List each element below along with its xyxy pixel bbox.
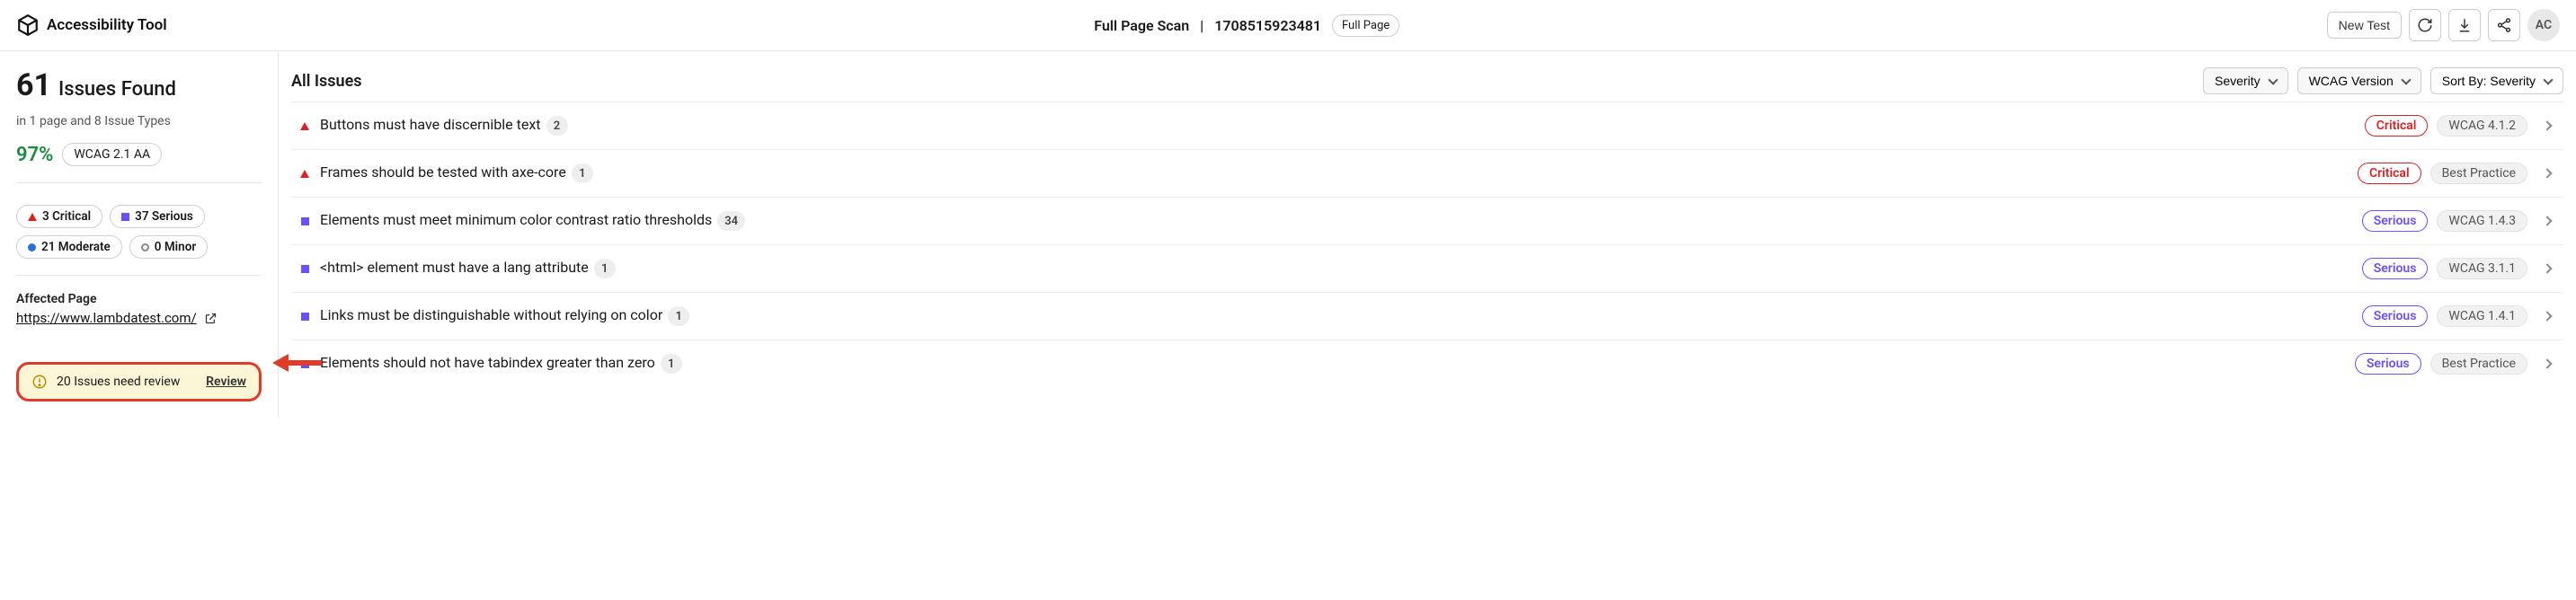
alert-icon — [31, 374, 48, 390]
download-icon — [2456, 17, 2473, 33]
critical-icon — [28, 213, 37, 221]
refresh-button[interactable] — [2409, 9, 2441, 41]
pass-row: 97% WCAG 2.1 AA — [16, 143, 262, 166]
issue-title: Frames should be tested with axe-core — [320, 163, 566, 181]
header-actions: New Test AC — [2327, 9, 2560, 41]
severity-summary: 3 Critical 37 Serious 21 Moderate 0 Mino… — [16, 205, 262, 259]
wcag-version-filter[interactable]: WCAG Version — [2297, 67, 2421, 94]
issue-count: 34 — [717, 211, 745, 231]
issue-count: 2 — [546, 116, 568, 136]
issue-title: Elements should not have tabindex greate… — [320, 354, 655, 371]
chevron-right-icon — [2542, 311, 2552, 321]
review-link[interactable]: Review — [206, 375, 246, 389]
refresh-icon — [2417, 17, 2433, 33]
issue-count: 1 — [668, 306, 689, 326]
pass-percentage: 97% — [16, 144, 53, 166]
main-header: All Issues Severity WCAG Version Sort By… — [291, 67, 2563, 94]
wcag-pill: WCAG 1.4.3 — [2437, 210, 2527, 232]
scan-label: Full Page Scan — [1094, 17, 1189, 34]
issue-title: Buttons must have discernible text — [320, 116, 541, 133]
serious-icon — [298, 360, 311, 368]
app-header: Accessibility Tool Full Page Scan | 1708… — [0, 0, 2576, 51]
main-content: All Issues Severity WCAG Version Sort By… — [279, 51, 2576, 418]
severity-pill: Serious — [2362, 210, 2429, 232]
chevron-right-icon — [2542, 120, 2552, 130]
chevron-down-icon — [2268, 75, 2278, 84]
filter-row: Severity WCAG Version Sort By: Severity — [2203, 67, 2563, 94]
header-center: Full Page Scan | 1708515923481 Full Page — [180, 14, 2314, 37]
issue-row[interactable]: Frames should be tested with axe-core 1 Cr… — [291, 149, 2563, 197]
affected-page-link[interactable]: https://www.lambdatest.com/ — [16, 310, 197, 326]
divider — [16, 182, 262, 183]
moderate-icon — [28, 243, 36, 251]
wcag-standard-pill: WCAG 2.1 AA — [62, 143, 162, 166]
severity-pill: Critical — [2358, 163, 2421, 184]
chevron-right-icon — [2542, 263, 2552, 273]
full-page-pill: Full Page — [1332, 14, 1399, 37]
severity-pill: Serious — [2362, 258, 2429, 279]
new-test-button[interactable]: New Test — [2327, 12, 2402, 39]
affected-page-label: Affected Page — [16, 292, 262, 306]
chevron-right-icon — [2542, 216, 2552, 225]
wcag-pill: WCAG 4.1.2 — [2437, 115, 2527, 137]
issue-title: <html> element must have a lang attribut… — [320, 259, 589, 276]
serious-icon — [298, 217, 311, 225]
critical-count-pill[interactable]: 3 Critical — [16, 205, 102, 228]
issue-title: Elements must meet minimum color contras… — [320, 211, 712, 228]
review-text: 20 Issues need review — [57, 375, 197, 389]
issue-row[interactable]: Buttons must have discernible text 2 Criti… — [291, 101, 2563, 149]
severity-pill: Critical — [2365, 115, 2429, 137]
logo-title: Accessibility Tool — [16, 13, 167, 37]
minor-icon — [141, 243, 149, 251]
wcag-pill: WCAG 1.4.1 — [2437, 305, 2527, 327]
sidebar: 61 Issues Found in 1 page and 8 Issue Ty… — [0, 51, 279, 418]
logo-icon — [16, 13, 40, 37]
share-button[interactable] — [2488, 9, 2520, 41]
issues-found: 61 Issues Found — [16, 67, 262, 103]
avatar[interactable]: AC — [2527, 9, 2560, 41]
issue-count: 1 — [594, 259, 616, 278]
minor-count-pill[interactable]: 0 Minor — [129, 235, 208, 259]
issue-row[interactable]: <html> element must have a lang attribut… — [291, 244, 2563, 292]
critical-icon — [298, 122, 311, 130]
share-icon — [2496, 17, 2512, 33]
issues-list: Buttons must have discernible text 2 Criti… — [291, 101, 2563, 387]
issue-row[interactable]: Elements should not have tabindex greate… — [291, 340, 2563, 387]
review-banner: 20 Issues need review Review — [16, 362, 262, 401]
divider — [16, 275, 262, 276]
scan-id: 1708515923481 — [1214, 17, 1321, 34]
moderate-count-pill[interactable]: 21 Moderate — [16, 235, 122, 259]
issues-subtext: in 1 page and 8 Issue Types — [16, 114, 262, 128]
severity-pill: Serious — [2355, 353, 2421, 375]
serious-count-pill[interactable]: 37 Serious — [110, 205, 205, 228]
affected-page-section: Affected Page https://www.lambdatest.com… — [16, 292, 262, 326]
all-issues-title: All Issues — [291, 72, 2203, 91]
sort-by-dropdown[interactable]: Sort By: Severity — [2430, 67, 2563, 94]
chevron-down-icon — [2543, 75, 2553, 84]
issue-count: 1 — [572, 163, 593, 183]
issue-row[interactable]: Elements must meet minimum color contras… — [291, 197, 2563, 244]
serious-icon — [298, 265, 311, 273]
issues-count: 61 — [16, 67, 51, 103]
chevron-down-icon — [2401, 75, 2411, 84]
chevron-right-icon — [2542, 168, 2552, 178]
wcag-pill: Best Practice — [2430, 163, 2527, 184]
severity-pill: Serious — [2362, 305, 2429, 327]
app-title: Accessibility Tool — [47, 16, 167, 34]
issues-label: Issues Found — [58, 78, 176, 101]
wcag-pill: Best Practice — [2430, 353, 2527, 375]
severity-filter[interactable]: Severity — [2203, 67, 2288, 94]
divider: | — [1200, 17, 1204, 34]
serious-icon — [121, 213, 129, 221]
critical-icon — [298, 170, 311, 178]
wcag-pill: WCAG 3.1.1 — [2437, 258, 2527, 279]
issue-count: 1 — [661, 354, 682, 374]
issue-row[interactable]: Links must be distinguishable without re… — [291, 292, 2563, 340]
serious-icon — [298, 313, 311, 321]
download-button[interactable] — [2448, 9, 2481, 41]
external-link-icon[interactable] — [204, 312, 218, 325]
issue-title: Links must be distinguishable without re… — [320, 306, 662, 323]
chevron-right-icon — [2542, 358, 2552, 368]
